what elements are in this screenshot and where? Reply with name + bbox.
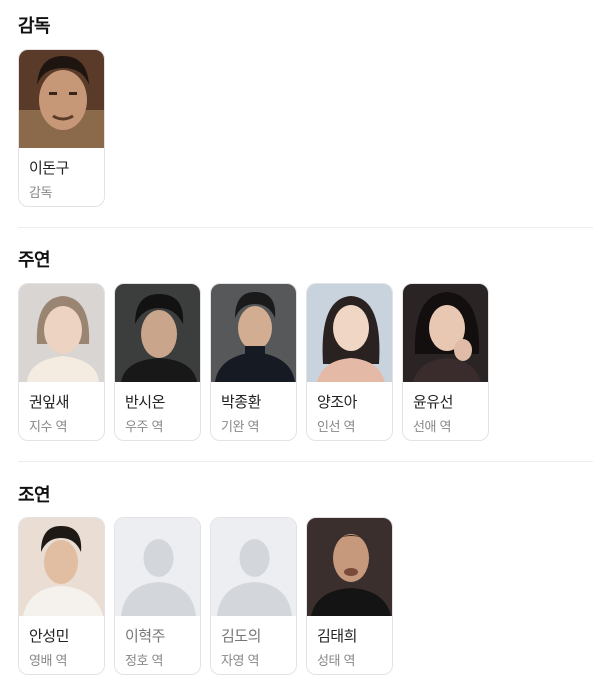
person-role: 정호 역	[125, 654, 164, 669]
person-card[interactable]: 안성민 영배 역	[18, 517, 105, 675]
director-photo	[19, 50, 104, 148]
person-role: 성태 역	[317, 654, 356, 669]
actor-photo	[307, 284, 392, 382]
person-card[interactable]: 이혁주 정호 역	[114, 517, 201, 675]
person-role: 자영 역	[221, 654, 260, 669]
default-avatar-icon	[115, 518, 200, 616]
divider	[18, 227, 593, 228]
person-name: 양조아	[317, 393, 357, 411]
person-card[interactable]: 김태희 성태 역	[306, 517, 393, 675]
person-role: 지수 역	[29, 420, 68, 435]
person-role: 기완 역	[221, 420, 260, 435]
person-role: 감독	[29, 186, 52, 201]
section-title: 조연	[18, 485, 51, 506]
person-card[interactable]: 권잎새 지수 역	[18, 283, 105, 441]
actor-photo	[19, 518, 104, 616]
person-role: 선애 역	[413, 420, 452, 435]
person-name: 윤유선	[413, 393, 453, 411]
actor-photo	[19, 284, 104, 382]
person-card[interactable]: 박종환 기완 역	[210, 283, 297, 441]
actor-photo	[307, 518, 392, 616]
section-title: 감독	[18, 16, 51, 37]
person-role: 영배 역	[29, 654, 68, 669]
person-name: 이혁주	[125, 627, 165, 645]
person-card[interactable]: 윤유선 선애 역	[402, 283, 489, 441]
person-role: 우주 역	[125, 420, 164, 435]
actor-photo	[211, 284, 296, 382]
divider	[18, 461, 593, 462]
person-role: 인선 역	[317, 420, 356, 435]
section-title: 주연	[18, 250, 51, 271]
actor-photo	[115, 284, 200, 382]
person-name: 박종환	[221, 393, 261, 411]
person-name: 반시온	[125, 393, 165, 411]
person-name: 이돈구	[29, 159, 69, 177]
person-name: 김도의	[221, 627, 261, 645]
person-name: 안성민	[29, 627, 69, 645]
person-name: 권잎새	[29, 393, 69, 411]
default-avatar-icon	[211, 518, 296, 616]
person-card[interactable]: 양조아 인선 역	[306, 283, 393, 441]
person-card[interactable]: 이돈구 감독	[18, 49, 105, 207]
person-card[interactable]: 반시온 우주 역	[114, 283, 201, 441]
person-card[interactable]: 김도의 자영 역	[210, 517, 297, 675]
person-name: 김태희	[317, 627, 357, 645]
actor-photo	[403, 284, 488, 382]
